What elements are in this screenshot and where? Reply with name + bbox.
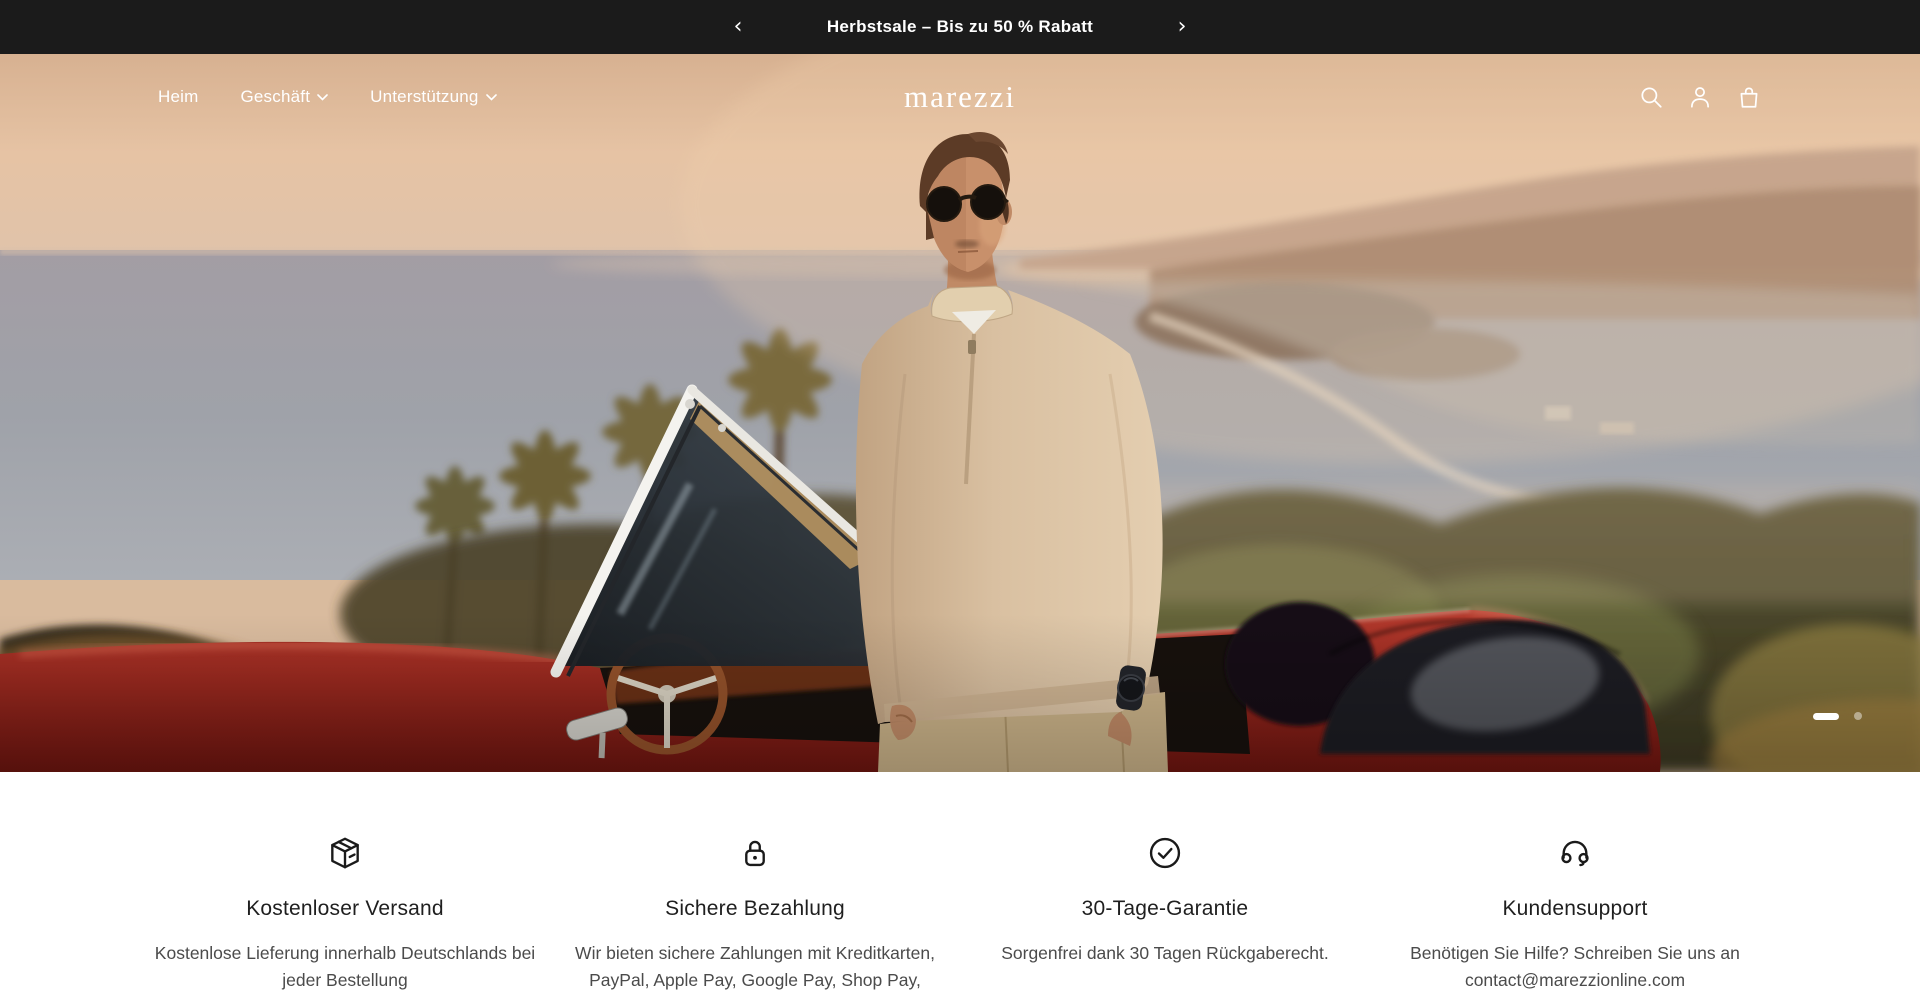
feature-text: Wir bieten sichere Zahlungen mit Kreditk… xyxy=(566,940,944,993)
main-nav: Heim Geschäft Unterstützung xyxy=(158,87,497,107)
feature-title: Kostenloser Versand xyxy=(246,897,444,921)
feature-text: Sorgenfrei dank 30 Tagen Rückgaberecht. xyxy=(1001,940,1329,967)
nav-item-label: Geschäft xyxy=(240,87,310,107)
check-circle-icon xyxy=(1146,834,1184,872)
chevron-down-icon xyxy=(317,94,328,101)
feature-text: Benötigen Sie Hilfe? Schreiben Sie uns a… xyxy=(1405,940,1745,993)
feature-shipping: Kostenloser Versand Kostenlose Lieferung… xyxy=(140,834,550,993)
search-icon[interactable] xyxy=(1638,84,1664,110)
store-logo[interactable]: marezzi xyxy=(904,79,1016,115)
cart-icon[interactable] xyxy=(1736,84,1762,110)
hero-image xyxy=(0,54,1920,772)
lock-icon xyxy=(736,834,774,872)
feature-payment: Sichere Bezahlung Wir bieten sichere Zah… xyxy=(550,834,960,993)
feature-text: Kostenlose Lieferung innerhalb Deutschla… xyxy=(149,940,541,993)
feature-title: 30-Tage-Garantie xyxy=(1082,897,1249,921)
feature-support: Kundensupport Benötigen Sie Hilfe? Schre… xyxy=(1370,834,1780,993)
announcement-prev-button[interactable]: ‹ xyxy=(718,0,758,54)
chevron-down-icon xyxy=(486,94,497,101)
feature-guarantee: 30-Tage-Garantie Sorgenfrei dank 30 Tage… xyxy=(960,834,1370,993)
account-icon[interactable] xyxy=(1687,84,1713,110)
nav-item-heim[interactable]: Heim xyxy=(158,87,198,107)
site-header: Heim Geschäft Unterstützung marezzi xyxy=(0,54,1920,140)
nav-item-geschaeft[interactable]: Geschäft xyxy=(240,87,328,107)
announcement-next-button[interactable]: › xyxy=(1162,0,1202,54)
nav-item-label: Heim xyxy=(158,87,198,107)
announcement-bar: ‹ Herbstsale – Bis zu 50 % Rabatt › xyxy=(0,0,1920,54)
feature-title: Sichere Bezahlung xyxy=(665,897,845,921)
feature-title: Kundensupport xyxy=(1502,897,1647,921)
headphones-icon xyxy=(1556,834,1594,872)
hero-section: Heim Geschäft Unterstützung marezzi xyxy=(0,54,1920,772)
nav-item-label: Unterstützung xyxy=(370,87,478,107)
carousel-dot-active[interactable] xyxy=(1813,713,1839,720)
carousel-indicators xyxy=(1813,712,1862,720)
carousel-dot[interactable] xyxy=(1854,712,1862,720)
nav-item-unterstuetzung[interactable]: Unterstützung xyxy=(370,87,496,107)
header-actions xyxy=(1638,84,1762,110)
package-icon xyxy=(326,834,364,872)
features-section: Kostenloser Versand Kostenlose Lieferung… xyxy=(0,772,1920,993)
announcement-text: Herbstsale – Bis zu 50 % Rabatt xyxy=(827,17,1093,37)
